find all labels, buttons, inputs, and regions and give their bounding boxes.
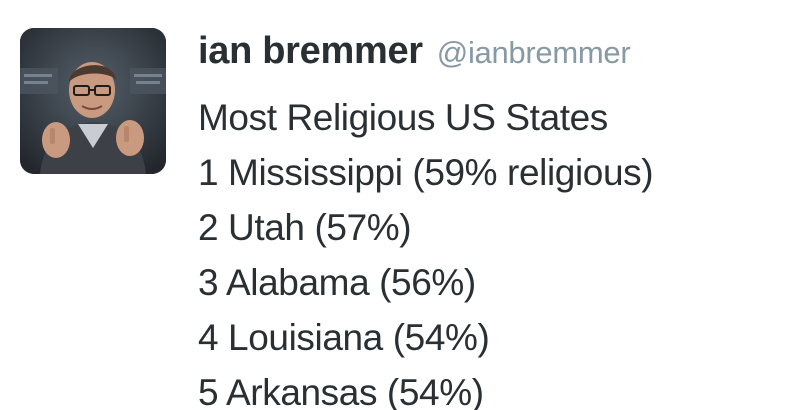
tweet-line-rank-1: 1 Mississippi (59% religious) (198, 152, 654, 193)
tweet-text: Most Religious US States 1 Mississippi (… (198, 90, 788, 410)
tweet-line-heading: Most Religious US States (198, 97, 608, 138)
tweet: ian bremmer @ianbremmer Most Religious U… (0, 0, 800, 410)
tweet-line-rank-5: 5 Arkansas (54%) (198, 372, 484, 410)
author-handle[interactable]: @ianbremmer (437, 35, 631, 71)
tweet-line-rank-3: 3 Alabama (56%) (198, 262, 476, 303)
tweet-line-rank-2: 2 Utah (57%) (198, 207, 412, 248)
tweet-line-rank-4: 4 Louisiana (54%) (198, 317, 490, 358)
avatar[interactable] (20, 28, 166, 174)
tweet-header: ian bremmer @ianbremmer (198, 30, 788, 82)
tweet-content: ian bremmer @ianbremmer Most Religious U… (198, 30, 788, 410)
author-display-name[interactable]: ian bremmer (198, 30, 423, 73)
profile-photo (20, 28, 166, 174)
